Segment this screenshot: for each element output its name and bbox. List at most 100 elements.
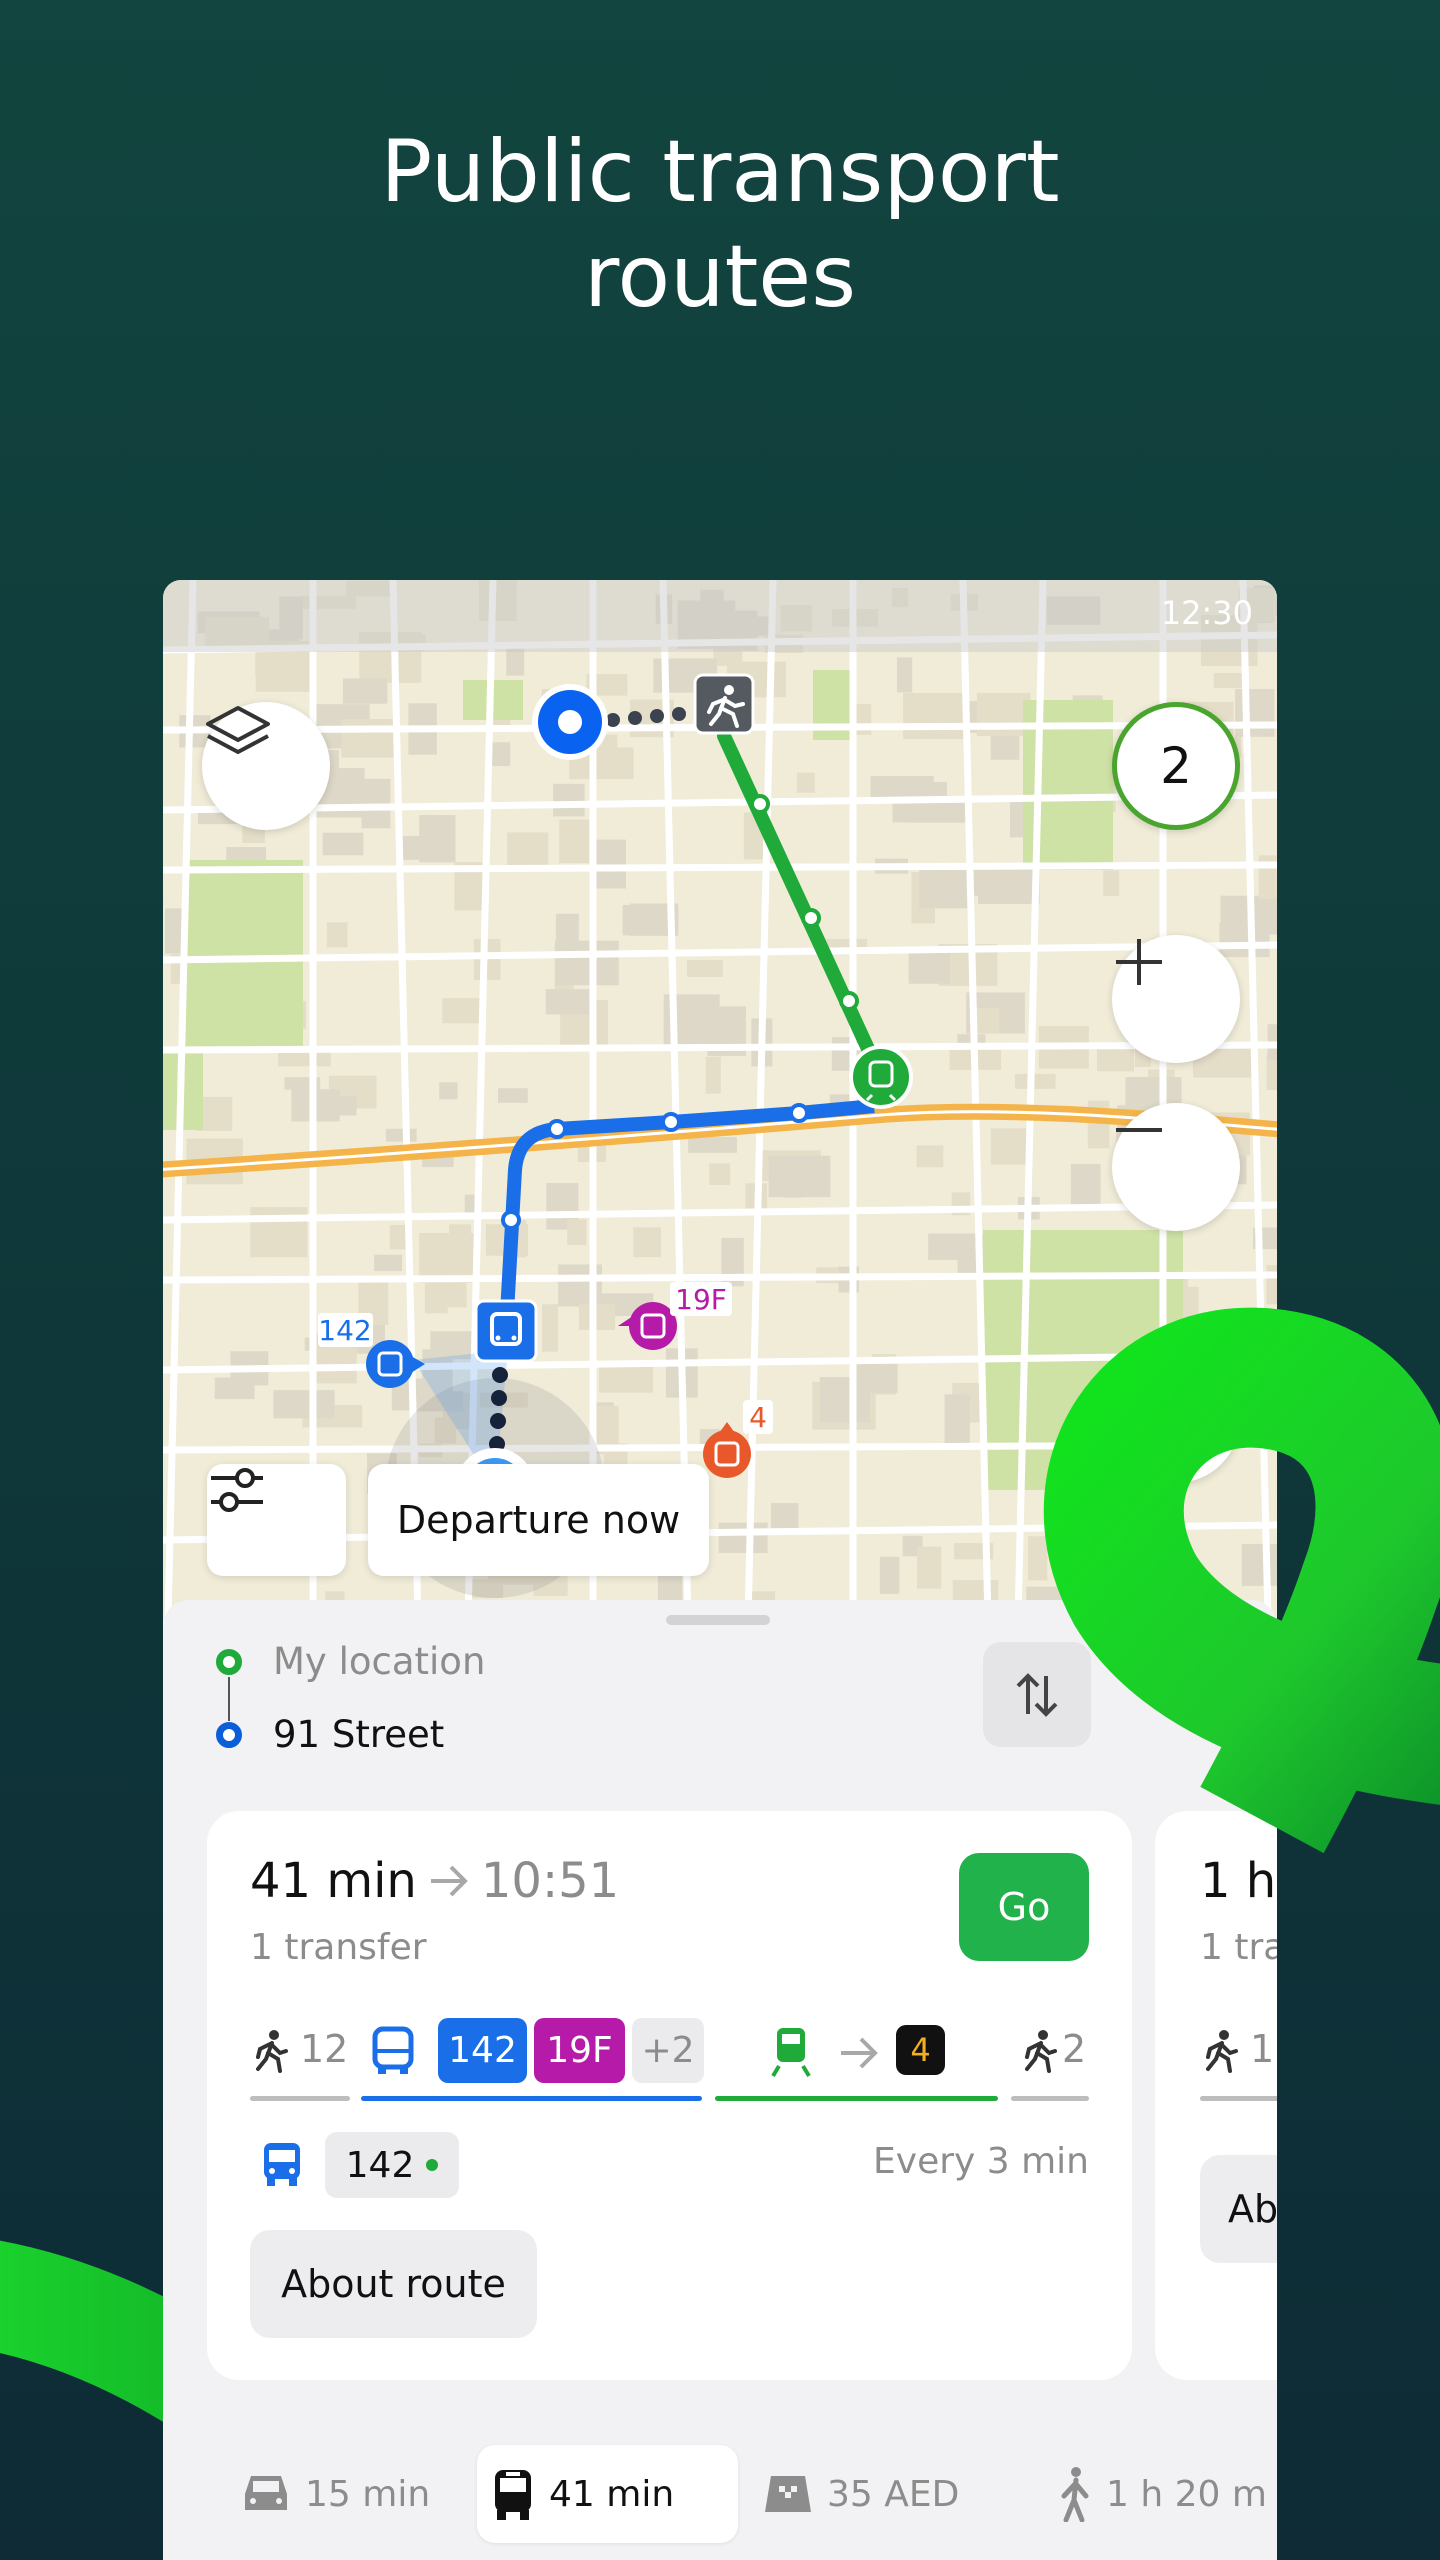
building (374, 1254, 403, 1272)
building (1014, 1073, 1056, 1089)
building (657, 1573, 683, 1603)
minus-icon (1116, 1128, 1162, 1132)
street (744, 580, 777, 1620)
walk-icon (693, 673, 755, 735)
route-duration: 1 h (1200, 1853, 1277, 1909)
building (1213, 672, 1247, 689)
building (341, 718, 398, 758)
train-station-icon[interactable] (849, 1045, 913, 1109)
building (439, 1082, 458, 1100)
frequency-text: Every 3 min (873, 2141, 1089, 2182)
route-transfers: 1 transfer (250, 1927, 427, 1968)
plus-icon (1116, 939, 1162, 985)
origin-field[interactable]: My location (273, 1640, 485, 1683)
route-time: 41 min 10:51 (250, 1853, 619, 1909)
building (214, 1377, 255, 1400)
building (768, 1155, 831, 1198)
filter-icon (211, 1468, 263, 1512)
go-button[interactable]: Go (959, 1853, 1089, 1961)
sheet-drag-handle[interactable] (666, 1615, 770, 1625)
building (1266, 1054, 1277, 1091)
route-duration: 41 min (250, 1853, 417, 1909)
building (554, 940, 619, 986)
mode-tab-walk[interactable]: 1 h 20 m (1058, 2445, 1267, 2543)
bus-icon (372, 2026, 414, 2074)
building (553, 783, 585, 817)
zoom-out-button[interactable] (1112, 1103, 1240, 1231)
building (326, 922, 348, 948)
next-bus-number: 142 (345, 2144, 415, 2186)
arrow-right-icon (841, 2037, 878, 2069)
route-arrival: 10:51 (480, 1853, 620, 1909)
route-filter-button[interactable] (207, 1464, 346, 1576)
street (959, 580, 992, 1620)
route-transfers: 1 tra (1200, 1927, 1277, 1968)
building (1235, 689, 1275, 737)
train-icon (771, 2028, 811, 2078)
building (567, 1219, 587, 1246)
phone-screen: 142 19F 4 12:30 2 Departure now My locat… (163, 580, 1277, 2560)
layers-button[interactable] (202, 702, 330, 830)
map[interactable]: 142 19F 4 12:30 2 Departure now (163, 580, 1277, 1620)
tram-badge-4: 4 (896, 2025, 945, 2075)
building (1097, 1048, 1134, 1072)
street (163, 1041, 1277, 1054)
about-route-button[interactable]: About route (250, 2230, 537, 2338)
mode-tab-transit[interactable]: 41 min (477, 2445, 738, 2543)
building (385, 1128, 417, 1142)
street (163, 861, 1277, 874)
zoom-in-button[interactable] (1112, 935, 1240, 1063)
building (1266, 1265, 1277, 1305)
building (919, 863, 975, 909)
route-count-button[interactable]: 2 (1112, 702, 1240, 830)
building (688, 1137, 737, 1153)
building (1103, 870, 1120, 896)
building (796, 772, 815, 793)
building (273, 1390, 335, 1419)
mode-tab-taxi[interactable]: 35 AED (763, 2445, 959, 2543)
status-time: 12:30 (1160, 594, 1253, 632)
building (578, 1304, 616, 1331)
building (896, 657, 913, 693)
origin-marker[interactable] (532, 684, 608, 760)
building (687, 959, 723, 977)
bus-icon (264, 2143, 300, 2186)
bus-badge-19f: 19F (534, 2018, 625, 2083)
building (1028, 1536, 1048, 1581)
tram-4-label: 4 (749, 1401, 767, 1434)
street (163, 1271, 1277, 1284)
building (1070, 1163, 1101, 1209)
arrow-right-icon (430, 1865, 468, 1897)
building (928, 1233, 977, 1260)
about-route-button[interactable]: Ab (1200, 2155, 1277, 2263)
walk-end-minutes: 2 (1062, 2027, 1087, 2071)
swap-points-button[interactable] (983, 1642, 1091, 1747)
building (908, 949, 950, 984)
route-card[interactable]: 41 min 10:51 1 transfer Go 12 142 19F +2… (207, 1811, 1132, 2380)
building (442, 998, 483, 1024)
departure-time-button[interactable]: Departure now (368, 1464, 709, 1576)
trolleybus-19f-label: 19F (675, 1283, 727, 1316)
building (705, 1056, 721, 1094)
walk-icon (1025, 2030, 1057, 2073)
destination-field[interactable]: 91 Street (273, 1713, 444, 1756)
building (718, 1522, 768, 1553)
taxi-icon (765, 2476, 811, 2512)
route-card-2[interactable]: 1 h 1 tra 1 Ab (1155, 1811, 1277, 2380)
tram-segment-bar (715, 2096, 998, 2101)
next-bus-chip[interactable]: 142 (325, 2132, 459, 2198)
building (342, 678, 388, 704)
building (498, 1088, 528, 1103)
building (545, 989, 590, 1015)
building (559, 819, 590, 864)
mode-tab-car[interactable]: 15 min (241, 2445, 430, 2543)
route-sheet: My location 91 Street 41 min 10:51 1 tra… (163, 1600, 1277, 2560)
walk-segment-bar (1011, 2096, 1089, 2101)
building (322, 832, 364, 856)
origin-dot-icon (216, 1649, 242, 1675)
compass-button[interactable] (1112, 1355, 1240, 1483)
building (595, 839, 626, 889)
bus-stop-marker[interactable] (474, 1299, 538, 1363)
building (507, 832, 549, 868)
bus-icon (495, 2470, 531, 2520)
